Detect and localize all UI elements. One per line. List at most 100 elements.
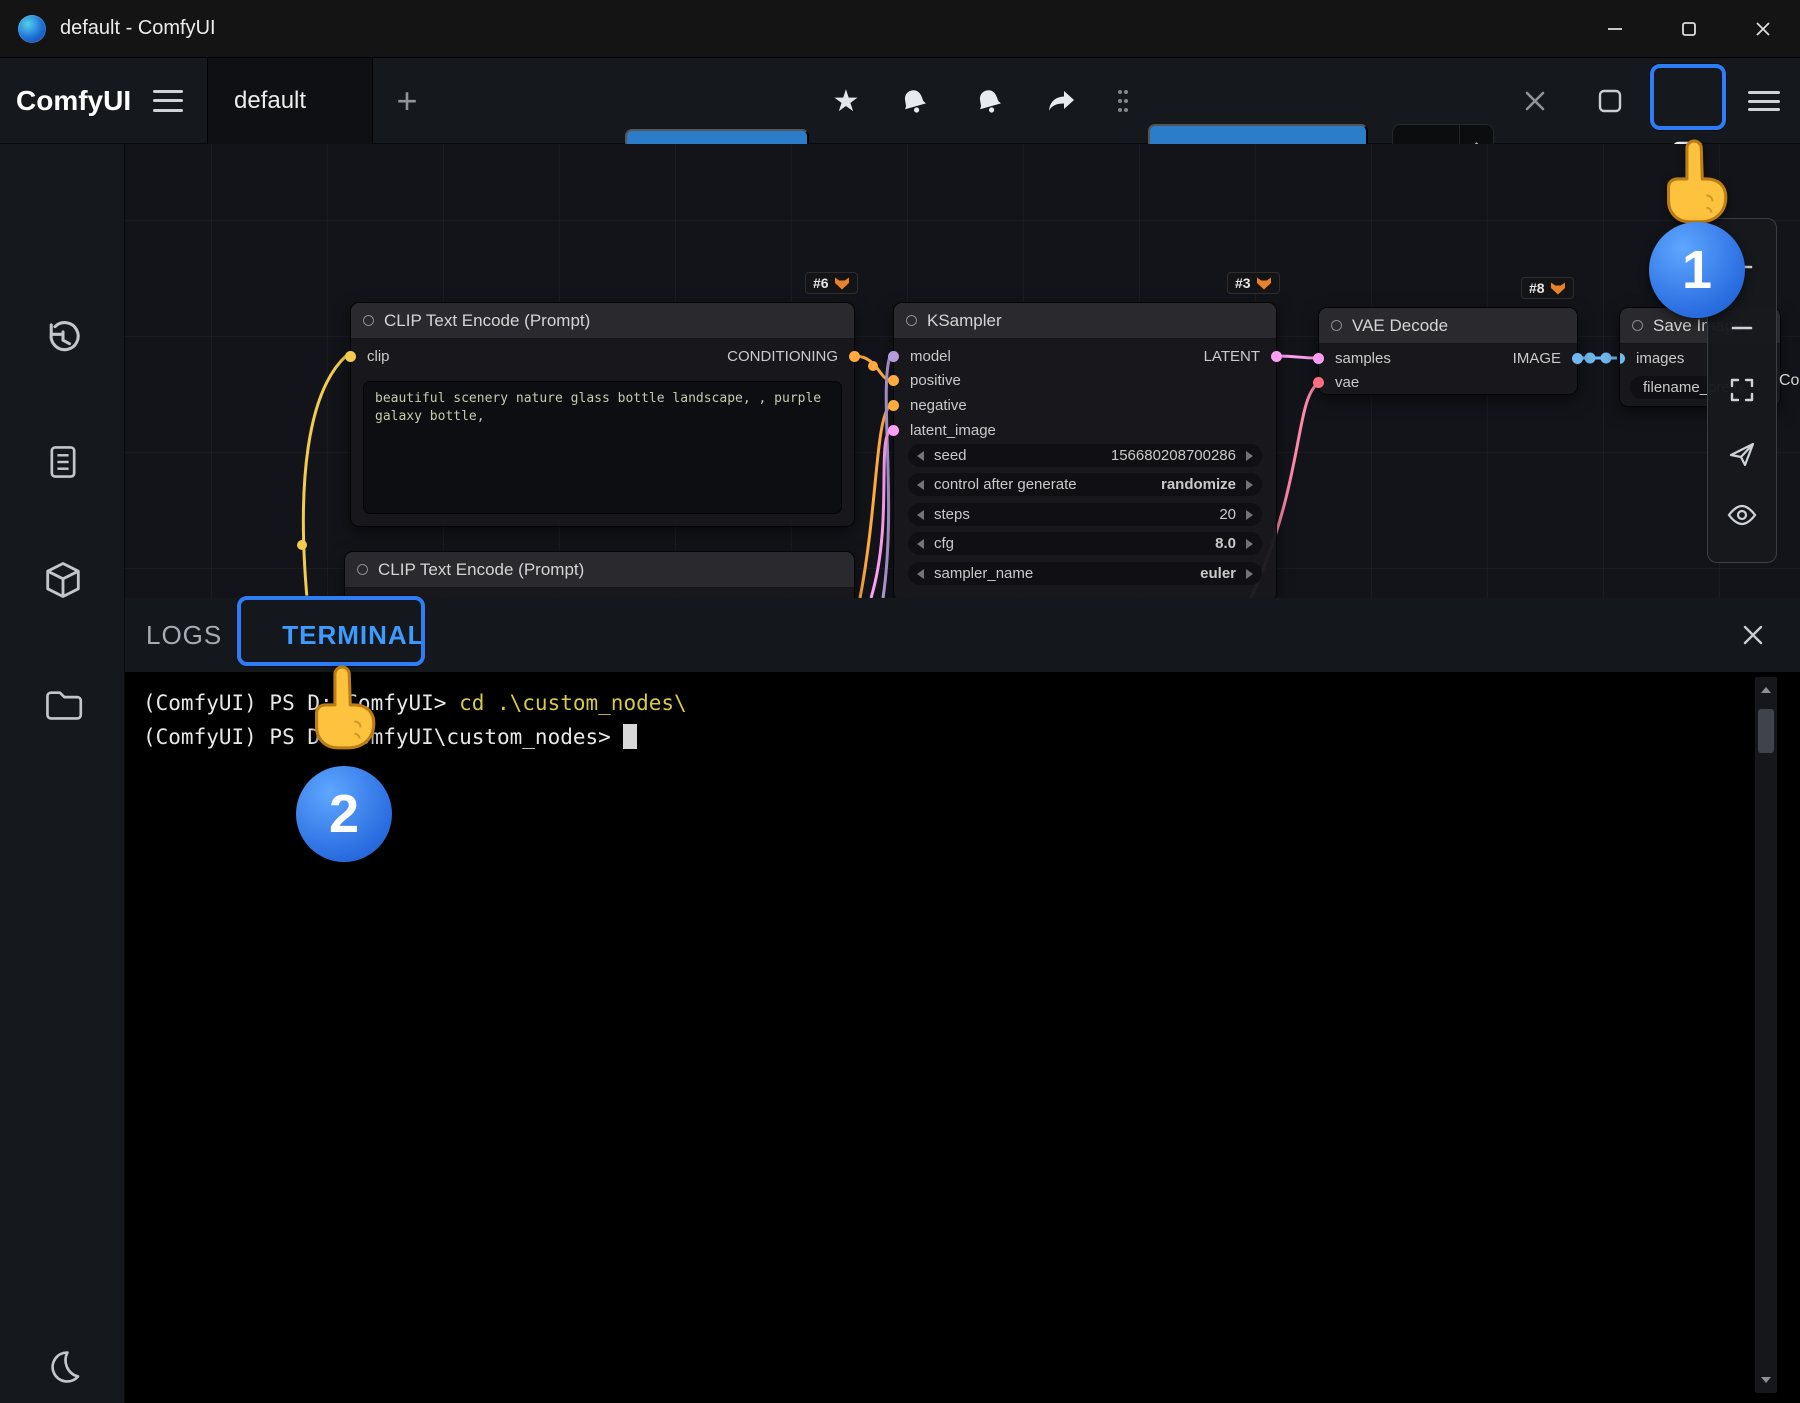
image-output-dot[interactable]	[1572, 353, 1583, 364]
scroll-up-button[interactable]	[1755, 677, 1777, 703]
zoom-in-button[interactable]	[1729, 254, 1755, 280]
fit-view-icon	[1728, 376, 1756, 404]
negative-input-dot[interactable]	[888, 400, 899, 411]
node-clip-text-encode-1[interactable]: CLIP Text Encode (Prompt) clip CONDITION…	[350, 302, 855, 527]
new-workflow-button[interactable]: +	[382, 58, 432, 144]
notification-button-2[interactable]	[961, 58, 1017, 144]
node-badge: #6	[805, 272, 858, 294]
latent-image-input-dot[interactable]	[888, 425, 899, 436]
increment-icon[interactable]	[1246, 539, 1253, 549]
node-title: CLIP Text Encode (Prompt)	[378, 560, 584, 580]
node-badge: #3	[1227, 272, 1280, 294]
bell-icon	[974, 85, 1004, 117]
favorites-button[interactable]: ★	[818, 58, 874, 144]
terminal-output[interactable]: (ComfyUI) PS D:\ComfyUI> cd .\custom_nod…	[125, 672, 1800, 1403]
node-header[interactable]: CLIP Text Encode (Prompt)	[345, 552, 854, 588]
input-slot-label: positive	[910, 372, 961, 389]
input-slot-label: images	[1636, 350, 1684, 367]
control-after-generate-widget[interactable]: control after generate randomize	[908, 473, 1262, 496]
settings-menu-button[interactable]	[1736, 58, 1792, 144]
panel-close-button[interactable]	[1728, 598, 1778, 672]
input-slot-label: samples	[1335, 350, 1391, 367]
maximize-button[interactable]	[1652, 0, 1726, 57]
close-window-button[interactable]	[1726, 0, 1800, 57]
sidebar-item-node-library[interactable]	[0, 427, 125, 497]
window-title: default - ComfyUI	[60, 17, 216, 40]
decrement-icon[interactable]	[917, 451, 924, 461]
minus-icon	[1729, 315, 1755, 341]
conditioning-output-dot[interactable]	[849, 351, 860, 362]
node-vae-decode[interactable]: VAE Decode samples vae IMAGE	[1318, 307, 1578, 395]
terminal-scrollbar[interactable]	[1755, 677, 1777, 1393]
collapse-dot-icon[interactable]	[363, 315, 374, 326]
sidebar-item-model-library[interactable]	[0, 545, 125, 615]
node-header[interactable]: CLIP Text Encode (Prompt)	[351, 303, 854, 339]
latent-output-dot[interactable]	[1271, 351, 1282, 362]
share-button[interactable]	[1034, 58, 1090, 144]
increment-icon[interactable]	[1246, 510, 1253, 520]
increment-icon[interactable]	[1246, 480, 1253, 490]
cancel-queue-button[interactable]	[1507, 58, 1563, 144]
tab-logs[interactable]: LOGS	[146, 620, 222, 651]
toolbar-drag-handle[interactable]	[1100, 58, 1146, 144]
main-menu-button[interactable]	[153, 90, 183, 112]
hamburger-icon	[1748, 91, 1780, 111]
moon-icon	[43, 1347, 83, 1387]
vae-input-dot[interactable]	[1313, 377, 1324, 388]
collapse-dot-icon[interactable]	[357, 564, 368, 575]
pointer-mode-button[interactable]	[1728, 440, 1756, 468]
node-title: KSampler	[927, 311, 1002, 331]
node-title: VAE Decode	[1352, 316, 1448, 336]
decrement-icon[interactable]	[917, 480, 924, 490]
fit-view-button[interactable]	[1728, 376, 1756, 404]
input-slot-label: vae	[1335, 374, 1359, 391]
fox-icon	[834, 277, 850, 290]
input-slot-label: model	[910, 348, 951, 365]
window-controls	[1578, 0, 1800, 57]
tab-terminal[interactable]: TERMINAL	[282, 620, 424, 651]
samples-input-dot[interactable]	[1313, 353, 1324, 364]
zoom-out-button[interactable]	[1729, 315, 1755, 341]
interrupt-button[interactable]	[1582, 58, 1638, 144]
decrement-icon[interactable]	[917, 569, 924, 579]
prompt-text-widget[interactable]: beautiful scenery nature glass bottle la…	[363, 381, 842, 514]
increment-icon[interactable]	[1246, 451, 1253, 461]
node-header[interactable]: VAE Decode	[1319, 308, 1577, 344]
plus-icon: +	[396, 80, 417, 122]
comfyui-logo: ComfyUI	[16, 85, 131, 117]
scroll-down-button[interactable]	[1755, 1367, 1777, 1393]
minimize-button[interactable]	[1578, 0, 1652, 57]
input-slot-label: latent_image	[910, 422, 996, 439]
workflow-tab-default[interactable]: default	[207, 58, 373, 144]
decrement-icon[interactable]	[917, 539, 924, 549]
graph-canvas[interactable]: Co #6 #3 #8 CLIP Text Encode (Prompt) cl…	[125, 144, 1800, 598]
positive-input-dot[interactable]	[888, 375, 899, 386]
node-clip-text-encode-2[interactable]: CLIP Text Encode (Prompt)	[344, 551, 855, 598]
eye-icon	[1727, 503, 1757, 527]
sampler-name-widget[interactable]: sampler_name euler	[908, 562, 1262, 585]
folder-icon	[43, 684, 83, 724]
model-input-dot[interactable]	[888, 351, 899, 362]
node-header[interactable]: KSampler	[894, 303, 1276, 339]
close-icon	[1742, 624, 1764, 646]
decrement-icon[interactable]	[917, 510, 924, 520]
collapse-dot-icon[interactable]	[1632, 320, 1643, 331]
app-icon	[18, 15, 46, 43]
box-icon	[43, 560, 83, 600]
toggle-visibility-button[interactable]	[1727, 503, 1757, 527]
seed-widget[interactable]: seed 156680208700286	[908, 444, 1262, 467]
clip-input-dot[interactable]	[345, 351, 356, 362]
top-toolbar: ComfyUI default + Manager ★	[0, 58, 1800, 144]
collapse-dot-icon[interactable]	[906, 315, 917, 326]
images-input-dot[interactable]	[1619, 353, 1625, 364]
notification-button-1[interactable]	[886, 58, 942, 144]
theme-toggle-button[interactable]	[0, 1332, 125, 1402]
increment-icon[interactable]	[1246, 569, 1253, 579]
collapse-dot-icon[interactable]	[1331, 320, 1342, 331]
sidebar-item-workflows[interactable]	[0, 669, 125, 739]
cfg-widget[interactable]: cfg 8.0	[908, 532, 1262, 555]
steps-widget[interactable]: steps 20	[908, 503, 1262, 526]
sidebar-item-history[interactable]	[0, 304, 125, 374]
scrollbar-thumb[interactable]	[1758, 709, 1774, 753]
node-ksampler[interactable]: KSampler model positive negative latent_…	[893, 302, 1277, 598]
